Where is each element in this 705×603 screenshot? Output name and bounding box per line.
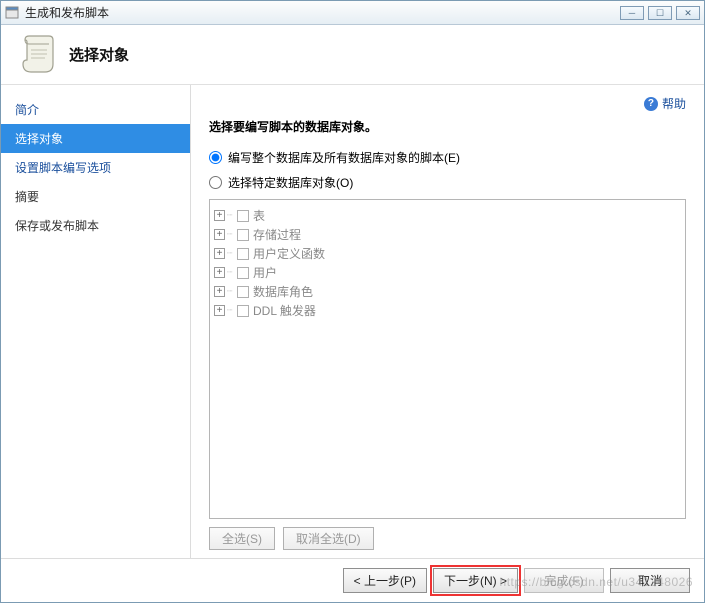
expand-icon[interactable]: +	[214, 229, 225, 240]
checkbox[interactable]	[237, 305, 249, 317]
checkbox[interactable]	[237, 210, 249, 222]
minimize-button[interactable]: ─	[620, 6, 644, 20]
tree-item-db-roles[interactable]: +┈ 数据库角色	[214, 282, 681, 301]
tree-item-tables[interactable]: +┈ 表	[214, 206, 681, 225]
tree-label: DDL 触发器	[251, 302, 316, 319]
wizard-footer: < 上一步(P) 下一步(N) > 完成(F) 取消	[1, 558, 704, 602]
expand-icon[interactable]: +	[214, 286, 225, 297]
help-label: 帮助	[662, 95, 686, 112]
page-title: 选择对象	[69, 44, 129, 65]
tree-label: 用户定义函数	[251, 245, 325, 262]
help-link[interactable]: ? 帮助	[644, 95, 686, 112]
tree-connector: ┈	[227, 286, 235, 297]
object-tree: +┈ 表 +┈ 存储过程 +┈ 用户定义函数 +┈ 用户 +┈ 数据库角色	[209, 199, 686, 519]
select-all-button: 全选(S)	[209, 527, 275, 550]
tree-connector: ┈	[227, 248, 235, 259]
sidebar: 简介 选择对象 设置脚本编写选项 摘要 保存或发布脚本	[1, 85, 191, 558]
radio-specific-objects-input[interactable]	[209, 176, 222, 189]
sidebar-item-save-publish[interactable]: 保存或发布脚本	[1, 211, 190, 240]
prev-button[interactable]: < 上一步(P)	[343, 568, 427, 593]
wizard-body: 简介 选择对象 设置脚本编写选项 摘要 保存或发布脚本 ? 帮助 选择要编写脚本…	[1, 85, 704, 558]
main-panel: ? 帮助 选择要编写脚本的数据库对象。 编写整个数据库及所有数据库对象的脚本(E…	[191, 85, 704, 558]
window-title: 生成和发布脚本	[25, 4, 620, 21]
expand-icon[interactable]: +	[214, 267, 225, 278]
tree-connector: ┈	[227, 267, 235, 278]
tree-connector: ┈	[227, 305, 235, 316]
checkbox[interactable]	[237, 286, 249, 298]
tree-item-udf[interactable]: +┈ 用户定义函数	[214, 244, 681, 263]
radio-entire-db[interactable]: 编写整个数据库及所有数据库对象的脚本(E)	[209, 149, 686, 166]
tree-connector: ┈	[227, 229, 235, 240]
tree-item-users[interactable]: +┈ 用户	[214, 263, 681, 282]
sidebar-item-script-options[interactable]: 设置脚本编写选项	[1, 153, 190, 182]
sidebar-item-summary[interactable]: 摘要	[1, 182, 190, 211]
help-icon: ?	[644, 97, 658, 111]
help-row: ? 帮助	[209, 95, 686, 112]
expand-icon[interactable]: +	[214, 248, 225, 259]
checkbox[interactable]	[237, 229, 249, 241]
tree-label: 用户	[251, 264, 277, 281]
expand-icon[interactable]: +	[214, 305, 225, 316]
maximize-button[interactable]: ☐	[648, 6, 672, 20]
tree-item-ddl-triggers[interactable]: +┈ DDL 触发器	[214, 301, 681, 320]
wizard-window: 生成和发布脚本 ─ ☐ ✕ 选择对象 简介 选择对象 设置脚本编写选项 摘要 保…	[0, 0, 705, 603]
next-button[interactable]: 下一步(N) >	[433, 568, 518, 593]
tree-label: 表	[251, 207, 265, 224]
sidebar-item-intro[interactable]: 简介	[1, 95, 190, 124]
tree-label: 存储过程	[251, 226, 301, 243]
window-controls: ─ ☐ ✕	[620, 6, 700, 20]
finish-button: 完成(F)	[524, 568, 604, 593]
sidebar-item-select-objects[interactable]: 选择对象	[1, 124, 190, 153]
checkbox[interactable]	[237, 267, 249, 279]
tree-item-procedures[interactable]: +┈ 存储过程	[214, 225, 681, 244]
wizard-header: 选择对象	[1, 25, 704, 85]
tree-label: 数据库角色	[251, 283, 313, 300]
radio-entire-db-input[interactable]	[209, 151, 222, 164]
selection-buttons: 全选(S) 取消全选(D)	[209, 527, 686, 550]
tree-connector: ┈	[227, 210, 235, 221]
script-icon	[17, 34, 59, 76]
close-button[interactable]: ✕	[676, 6, 700, 20]
radio-entire-db-label: 编写整个数据库及所有数据库对象的脚本(E)	[228, 149, 460, 166]
radio-specific-objects[interactable]: 选择特定数据库对象(O)	[209, 174, 686, 191]
radio-specific-objects-label: 选择特定数据库对象(O)	[228, 174, 353, 191]
cancel-button[interactable]: 取消	[610, 568, 690, 593]
checkbox[interactable]	[237, 248, 249, 260]
titlebar: 生成和发布脚本 ─ ☐ ✕	[1, 1, 704, 25]
deselect-all-button: 取消全选(D)	[283, 527, 374, 550]
expand-icon[interactable]: +	[214, 210, 225, 221]
instruction-text: 选择要编写脚本的数据库对象。	[209, 118, 686, 135]
app-icon	[5, 6, 19, 20]
